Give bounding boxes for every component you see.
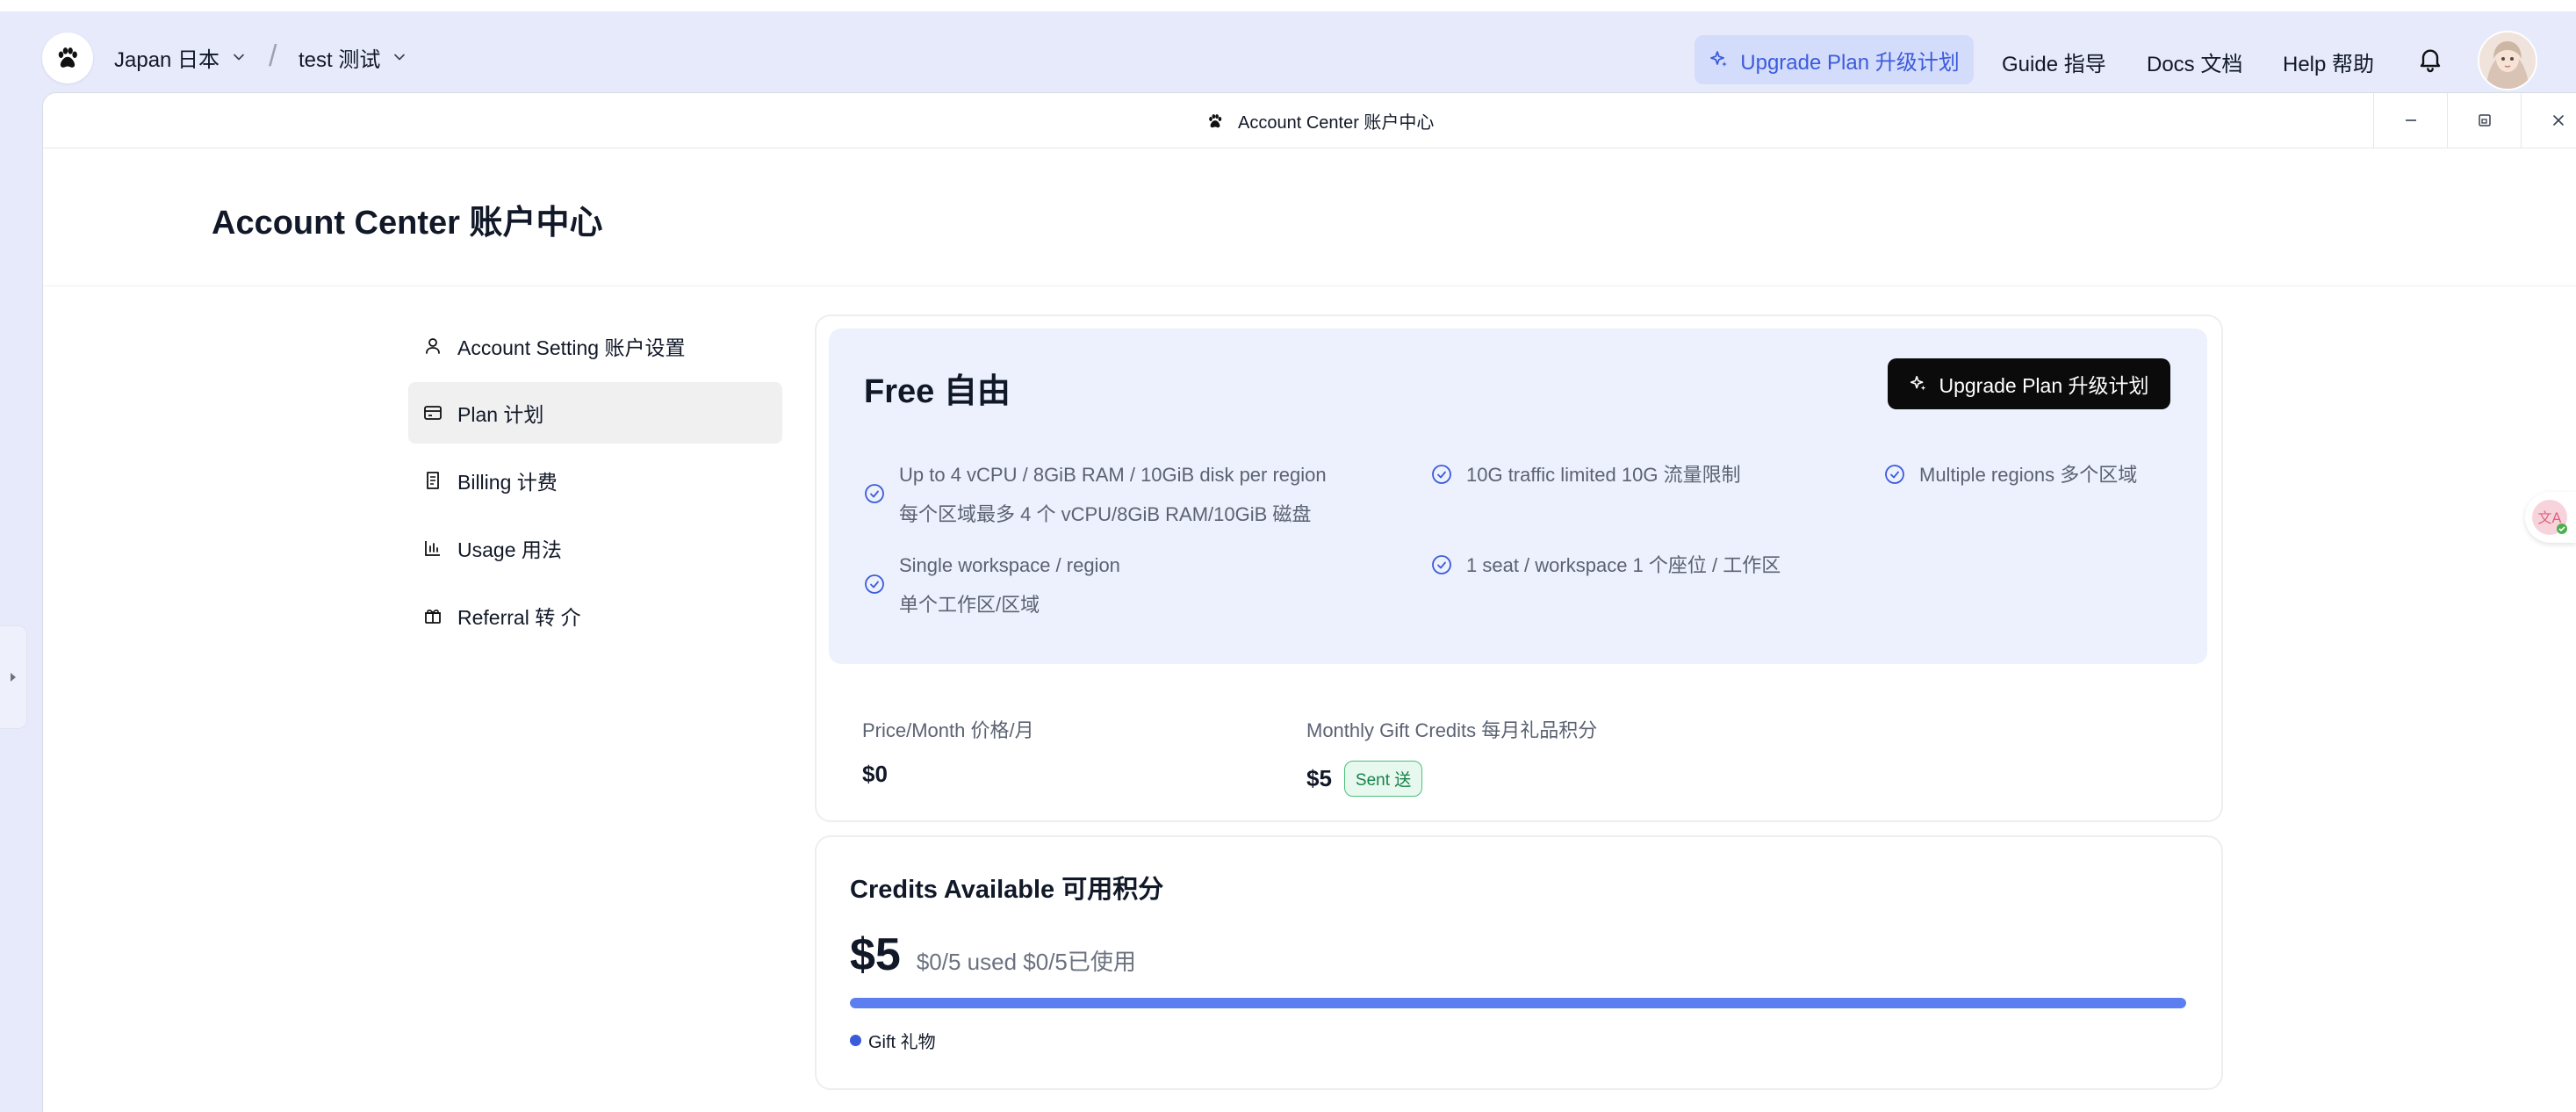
- sidebar-item-label: Account Setting 账户设置: [457, 336, 686, 359]
- minimize-icon: [2406, 119, 2416, 121]
- credits-progress-fill: [850, 998, 2186, 1008]
- sidebar-item-billing[interactable]: Billing 计费: [408, 450, 782, 511]
- chevron-down-icon: [234, 54, 244, 61]
- svg-text:文A: 文A: [2538, 509, 2562, 526]
- gift-credits-value: $5: [1306, 765, 1332, 791]
- sidebar-item-usage[interactable]: Usage 用法: [408, 517, 782, 579]
- upgrade-plan-label: Upgrade Plan 升级计划: [1740, 50, 1960, 75]
- upgrade-plan-button[interactable]: Upgrade Plan 升级计划: [1695, 35, 1974, 84]
- check-circle-icon: [1885, 465, 1904, 484]
- docs-link[interactable]: Docs 文档: [2147, 47, 2242, 77]
- status-badge: Sent 送: [1343, 761, 1423, 797]
- credits-amount: $5: [850, 929, 901, 980]
- help-link[interactable]: Help 帮助: [2283, 47, 2374, 77]
- minimize-button[interactable]: [2373, 93, 2448, 148]
- restore-icon: [2479, 114, 2491, 126]
- caret-right-icon: [11, 673, 16, 682]
- sidebar-expand-handle[interactable]: [0, 625, 27, 729]
- price-value: $0: [862, 761, 888, 787]
- check-circle-icon: [1432, 465, 1451, 484]
- chevron-down-icon: [394, 54, 406, 61]
- plan-name: Free 自由: [864, 373, 1011, 410]
- region-label: Japan 日本: [114, 47, 220, 72]
- guide-link[interactable]: Guide 指导: [2002, 47, 2106, 77]
- check-circle-icon: [865, 484, 884, 503]
- plan-card: Free 自由 Upgrade Plan 升级计划 Up to 4 vCPU /…: [815, 314, 2223, 822]
- credit-card-icon: [424, 406, 442, 420]
- sidebar-item-plan[interactable]: Plan 计划: [408, 382, 782, 444]
- sparkle-icon: [1710, 51, 1728, 67]
- feature-text: 单个工作区/区域: [899, 594, 1040, 616]
- sidebar-item-referral[interactable]: Referral 转 介: [408, 585, 782, 646]
- credits-legend: Gift 礼物: [850, 1028, 936, 1053]
- workspace-label: test 测试: [299, 47, 381, 72]
- credits-card: Credits Available 可用积分 $5 $0/5 used $0/5…: [815, 835, 2223, 1090]
- paw-icon: [1209, 113, 1222, 127]
- translate-widget[interactable]: 文A: [2525, 492, 2576, 543]
- receipt-icon: [427, 472, 439, 489]
- avatar-image: [2479, 32, 2536, 89]
- feature-text: 1 seat / workspace 1 个座位 / 工作区: [1466, 554, 1781, 576]
- restore-button[interactable]: [2447, 93, 2522, 148]
- feature-text: Up to 4 vCPU / 8GiB RAM / 10GiB disk per…: [899, 464, 1327, 486]
- feature-item: Up to 4 vCPU / 8GiB RAM / 10GiB disk per…: [864, 455, 1327, 534]
- app-logo[interactable]: [42, 32, 93, 83]
- region-selector[interactable]: Japan 日本: [114, 43, 248, 72]
- price-label: Price/Month 价格/月: [862, 719, 1034, 741]
- credits-progress-bar: [850, 998, 2186, 1008]
- plan-upgrade-button[interactable]: Upgrade Plan 升级计划: [1888, 358, 2170, 409]
- credits-title: Credits Available 可用积分: [850, 876, 1164, 904]
- window-title: Account Center 账户中心: [1238, 113, 1435, 133]
- workspace-selector[interactable]: test 测试: [299, 43, 408, 72]
- sidebar-item-label: Usage 用法: [457, 538, 562, 561]
- feature-item: 1 seat / workspace 1 个座位 / 工作区: [1431, 545, 1781, 585]
- feature-text: Multiple regions 多个区域: [1919, 464, 2138, 486]
- check-circle-icon: [865, 574, 884, 594]
- top-strip: [0, 0, 2576, 11]
- legend-label: Gift 礼物: [868, 1033, 936, 1052]
- plan-summary-panel: Free 自由 Upgrade Plan 升级计划 Up to 4 vCPU /…: [829, 329, 2207, 664]
- gift-credits-label: Monthly Gift Credits 每月礼品积分: [1306, 719, 1598, 741]
- sidebar-item-account-setting[interactable]: Account Setting 账户设置: [408, 315, 782, 377]
- price-per-month: Price/Month 价格/月 $0: [862, 715, 1034, 788]
- close-icon: [2553, 115, 2564, 126]
- feature-item: 10G traffic limited 10G 流量限制: [1431, 455, 1741, 495]
- check-circle-icon: [1432, 555, 1451, 574]
- page-header: Account Center 账户中心: [43, 148, 2576, 286]
- legend-dot: [850, 1035, 861, 1046]
- sidebar-item-label: Referral 转 介: [457, 606, 581, 629]
- sparkle-icon: [1910, 375, 1926, 391]
- paw-icon: [58, 47, 77, 68]
- close-button[interactable]: [2521, 93, 2576, 148]
- monthly-gift-credits: Monthly Gift Credits 每月礼品积分 $5 Sent 送: [1306, 715, 1597, 797]
- bell-icon[interactable]: [2416, 45, 2444, 73]
- top-navigation-bar: Japan 日本 / test 测试 Upgrade Plan 升级计划 Gui…: [0, 11, 2576, 92]
- avatar[interactable]: [2478, 31, 2537, 90]
- feature-text: 每个区域最多 4 个 vCPU/8GiB RAM/10GiB 磁盘: [899, 503, 1312, 525]
- user-icon: [426, 338, 440, 354]
- plan-upgrade-label: Upgrade Plan 升级计划: [1939, 374, 2149, 397]
- breadcrumb-separator: /: [269, 40, 277, 73]
- bar-chart-icon: [425, 541, 440, 556]
- gift-icon: [425, 610, 441, 624]
- feature-item: Single workspace / region 单个工作区/区域: [864, 545, 1120, 625]
- sidebar-item-label: Billing 计费: [457, 471, 558, 494]
- credits-usage: $0/5 used $0/5已使用: [916, 949, 1136, 975]
- page-title: Account Center 账户中心: [212, 205, 603, 242]
- window-titlebar: Account Center 账户中心: [43, 93, 2576, 148]
- sidebar-item-label: Plan 计划: [457, 403, 544, 426]
- feature-text: Single workspace / region: [899, 554, 1120, 576]
- feature-text: 10G traffic limited 10G 流量限制: [1466, 464, 1741, 486]
- translate-icon: 文A: [2532, 500, 2567, 535]
- feature-item: Multiple regions 多个区域: [1884, 455, 2137, 495]
